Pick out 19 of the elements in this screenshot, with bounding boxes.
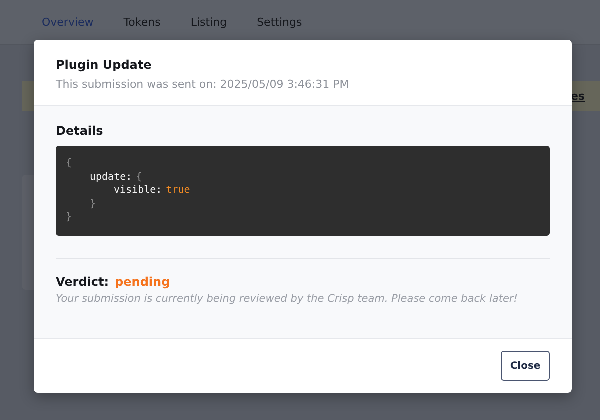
- sent-date-text: This submission was sent on: 2025/05/09 3:46:31 PM: [56, 78, 350, 91]
- verdict-label: Verdict:: [56, 275, 110, 289]
- close-button[interactable]: Close: [501, 351, 550, 381]
- code-brace: {: [66, 158, 72, 169]
- nav-tab[interactable]: Overview: [30, 16, 106, 28]
- nav-tab[interactable]: Settings: [245, 16, 314, 28]
- code-key: visible:: [114, 185, 162, 196]
- verdict-note: Your submission is currently being reviewed by the Crisp team. Please come back later!: [56, 293, 519, 305]
- banner-link[interactable]: es: [570, 90, 585, 102]
- verdict-status: pending: [115, 275, 170, 289]
- nav-tab[interactable]: Listing: [178, 16, 240, 28]
- details-label: Details: [56, 124, 104, 138]
- nav-tab[interactable]: Tokens: [112, 16, 173, 28]
- code-value: true: [166, 185, 190, 196]
- code-brace: }: [90, 198, 96, 210]
- code-brace: }: [66, 212, 72, 223]
- modal-title: Plugin Update: [56, 58, 153, 72]
- code-brace: {: [136, 172, 142, 182]
- code-key: update:: [90, 172, 132, 182]
